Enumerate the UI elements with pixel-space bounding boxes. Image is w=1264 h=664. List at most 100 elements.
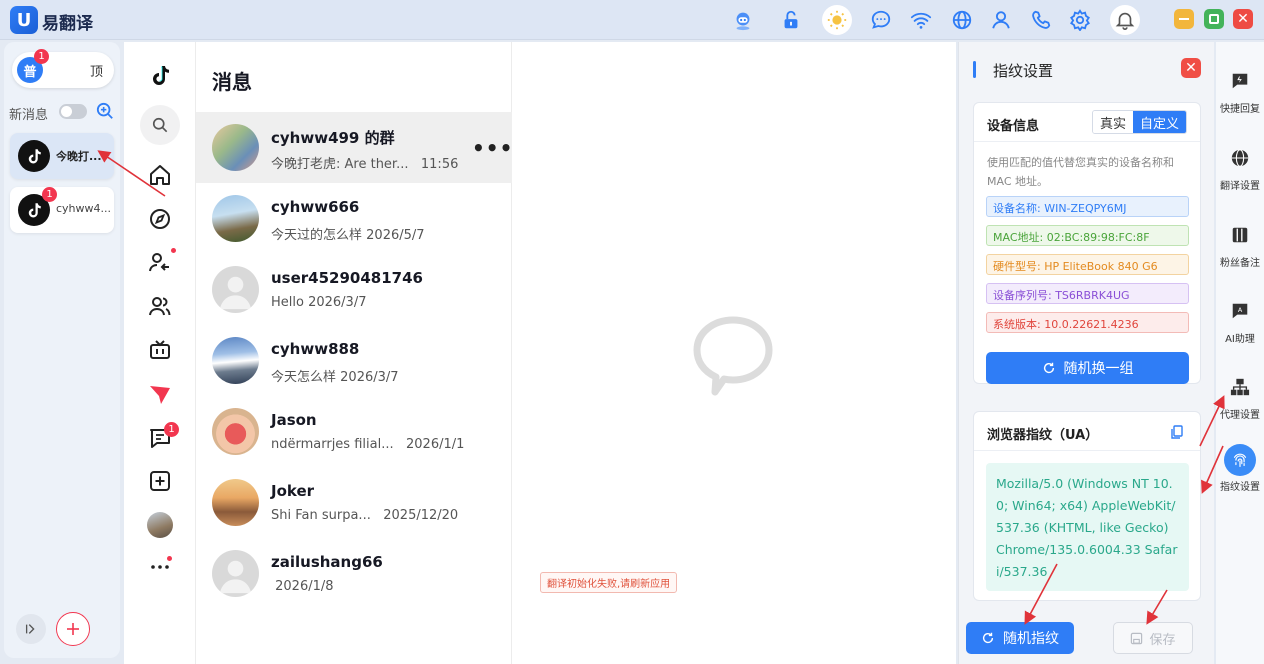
mac-address-field: MAC地址: 02:BC:89:98:FC:8F	[986, 225, 1189, 246]
header-accent-bar	[973, 61, 976, 78]
conversation-name: user45290481746	[271, 269, 423, 287]
serial-number-field: 设备序列号: TS6RBRK4UG	[986, 283, 1189, 304]
proxy-icon	[1229, 376, 1251, 398]
session-name: 今晚打...	[56, 150, 102, 163]
zoom-in-icon[interactable]	[96, 102, 114, 120]
session-item[interactable]: 今晚打...	[10, 133, 114, 179]
panel-title: 指纹设置	[993, 62, 1054, 80]
tiktok-logo-icon	[18, 140, 50, 172]
svg-text:A: A	[1238, 307, 1243, 314]
random-fingerprint-button[interactable]: 随机指纹	[966, 622, 1074, 654]
globe-icon[interactable]	[949, 7, 975, 33]
conversation-name: Joker	[271, 482, 315, 500]
conversation-name: cyhww888	[271, 340, 360, 358]
random-fingerprint-label: 随机指纹	[1003, 631, 1059, 647]
device-info-description: 使用匹配的值代替您真实的设备名称和 MAC 地址。	[987, 156, 1174, 188]
copy-icon[interactable]	[1170, 425, 1184, 439]
translate-settings-item[interactable]: 翻译设置	[1216, 139, 1264, 199]
ua-title: 浏览器指纹（UA）	[987, 428, 1099, 443]
session-name: cyhww4...	[56, 202, 110, 215]
minimize-button[interactable]	[1174, 9, 1194, 29]
conversation-name: zailushang66	[271, 553, 383, 571]
home-icon[interactable]	[145, 160, 175, 190]
bell-icon[interactable]	[1110, 5, 1140, 35]
mode-top[interactable]: 顶	[90, 61, 103, 80]
live-icon[interactable]	[145, 335, 175, 365]
session-panel: 普 1 顶 新消息 今晚打... 1 cyhww4...	[4, 42, 120, 658]
globe-icon	[1229, 147, 1251, 169]
device-mode-toggle[interactable]: 真实 自定义	[1092, 110, 1188, 134]
conversation-preview: ndërmarrjes filial... 2026/1/1	[271, 437, 465, 452]
ai-assistant-item[interactable]: A AI助理	[1216, 292, 1264, 352]
chat-icon[interactable]	[868, 7, 894, 33]
device-info-card: 设备信息 真实 自定义 使用匹配的值代替您真实的设备名称和 MAC 地址。 设备…	[973, 102, 1201, 384]
messages-title: 消息	[212, 70, 252, 94]
send-icon[interactable]	[145, 379, 175, 409]
maximize-button[interactable]	[1204, 9, 1224, 29]
random-group-button[interactable]: 随机换一组	[986, 352, 1189, 384]
conversation-item[interactable]: cyhww666 今天过的怎么样 2026/5/7	[196, 183, 512, 254]
sun-icon[interactable]	[822, 5, 852, 35]
wifi-icon[interactable]	[908, 7, 934, 33]
messages-badge: 1	[164, 422, 179, 437]
conversation-item[interactable]: Jason ndërmarrjes filial... 2026/1/1	[196, 396, 512, 467]
phone-icon[interactable]	[1028, 7, 1054, 33]
avatar	[212, 337, 259, 384]
more-dot	[167, 556, 172, 561]
more-icon[interactable]	[145, 550, 175, 580]
user-icon[interactable]	[988, 7, 1014, 33]
add-session-button[interactable]	[56, 612, 90, 646]
quick-reply-item[interactable]: 快捷回复	[1216, 62, 1264, 122]
device-name-field: 设备名称: WIN-ZEQPY6MJ	[986, 196, 1189, 217]
app-title: 易翻译	[42, 14, 93, 34]
avatar	[212, 124, 259, 171]
save-button[interactable]: 保存	[1113, 622, 1193, 654]
ai-icon: A	[1229, 300, 1251, 322]
close-window-button[interactable]: ✕	[1233, 9, 1253, 29]
conversation-item[interactable]: cyhww888 今天怎么样 2026/3/7	[196, 325, 512, 396]
robot-icon[interactable]	[730, 7, 756, 33]
conversation-preview: 今晚打老虎: Are ther... 11:56	[271, 157, 459, 172]
avatar	[212, 266, 259, 313]
conversation-preview: 2026/1/8	[275, 579, 334, 594]
hardware-model-field: 硬件型号: HP EliteBook 840 G6	[986, 254, 1189, 275]
conversation-item[interactable]: cyhww499 的群 今晚打老虎: Are ther... 11:56 •••	[196, 112, 512, 183]
tiktok-nav-rail: 1	[124, 42, 196, 664]
mode-normal-badge: 1	[34, 49, 49, 64]
search-icon[interactable]	[140, 105, 180, 145]
app-logo: U	[10, 6, 38, 34]
conversation-item[interactable]: zailushang66 2026/1/8	[196, 538, 512, 609]
friends-icon[interactable]	[145, 291, 175, 321]
conversation-item[interactable]: user45290481746 Hello 2026/3/7	[196, 254, 512, 325]
more-options-icon[interactable]: •••	[472, 136, 513, 160]
quick-reply-icon	[1229, 70, 1251, 92]
proxy-settings-item[interactable]: 代理设置	[1216, 368, 1264, 428]
collapse-panel-button[interactable]	[16, 614, 46, 644]
notes-icon	[1229, 224, 1251, 246]
conversation-name: cyhww499 的群	[271, 129, 395, 147]
conversation-item[interactable]: Joker Shi Fan surpa... 2025/12/20	[196, 467, 512, 538]
refresh-icon	[1043, 362, 1054, 374]
seg-real[interactable]: 真实	[1093, 111, 1134, 133]
chat-area: 翻译初始化失败,请刷新应用	[512, 42, 956, 664]
empty-chat-icon	[693, 316, 773, 396]
fingerprint-settings-item[interactable]: 指纹设置	[1216, 444, 1264, 504]
gear-icon[interactable]	[1067, 7, 1093, 33]
divider	[974, 450, 1200, 451]
seg-custom[interactable]: 自定义	[1133, 111, 1187, 133]
fan-notes-item[interactable]: 粉丝备注	[1216, 216, 1264, 276]
close-panel-button[interactable]: ✕	[1181, 58, 1201, 78]
ua-value[interactable]: Mozilla/5.0 (Windows NT 10.0; Win64; x64…	[986, 463, 1189, 591]
profile-avatar[interactable]	[147, 512, 173, 538]
fan-notes-label: 粉丝备注	[1220, 258, 1260, 269]
upload-icon[interactable]	[145, 466, 175, 496]
explore-icon[interactable]	[145, 204, 175, 234]
conversation-preview: 今天怎么样 2026/3/7	[271, 370, 399, 385]
translation-error-tag: 翻译初始化失败,请刷新应用	[540, 572, 678, 593]
new-message-switch[interactable]	[59, 104, 87, 119]
tiktok-logo-icon[interactable]	[145, 60, 175, 90]
unlock-icon[interactable]	[778, 7, 804, 33]
session-item[interactable]: 1 cyhww4...	[10, 187, 114, 233]
avatar	[212, 408, 259, 455]
mode-toggle[interactable]: 普 1 顶	[12, 49, 114, 88]
